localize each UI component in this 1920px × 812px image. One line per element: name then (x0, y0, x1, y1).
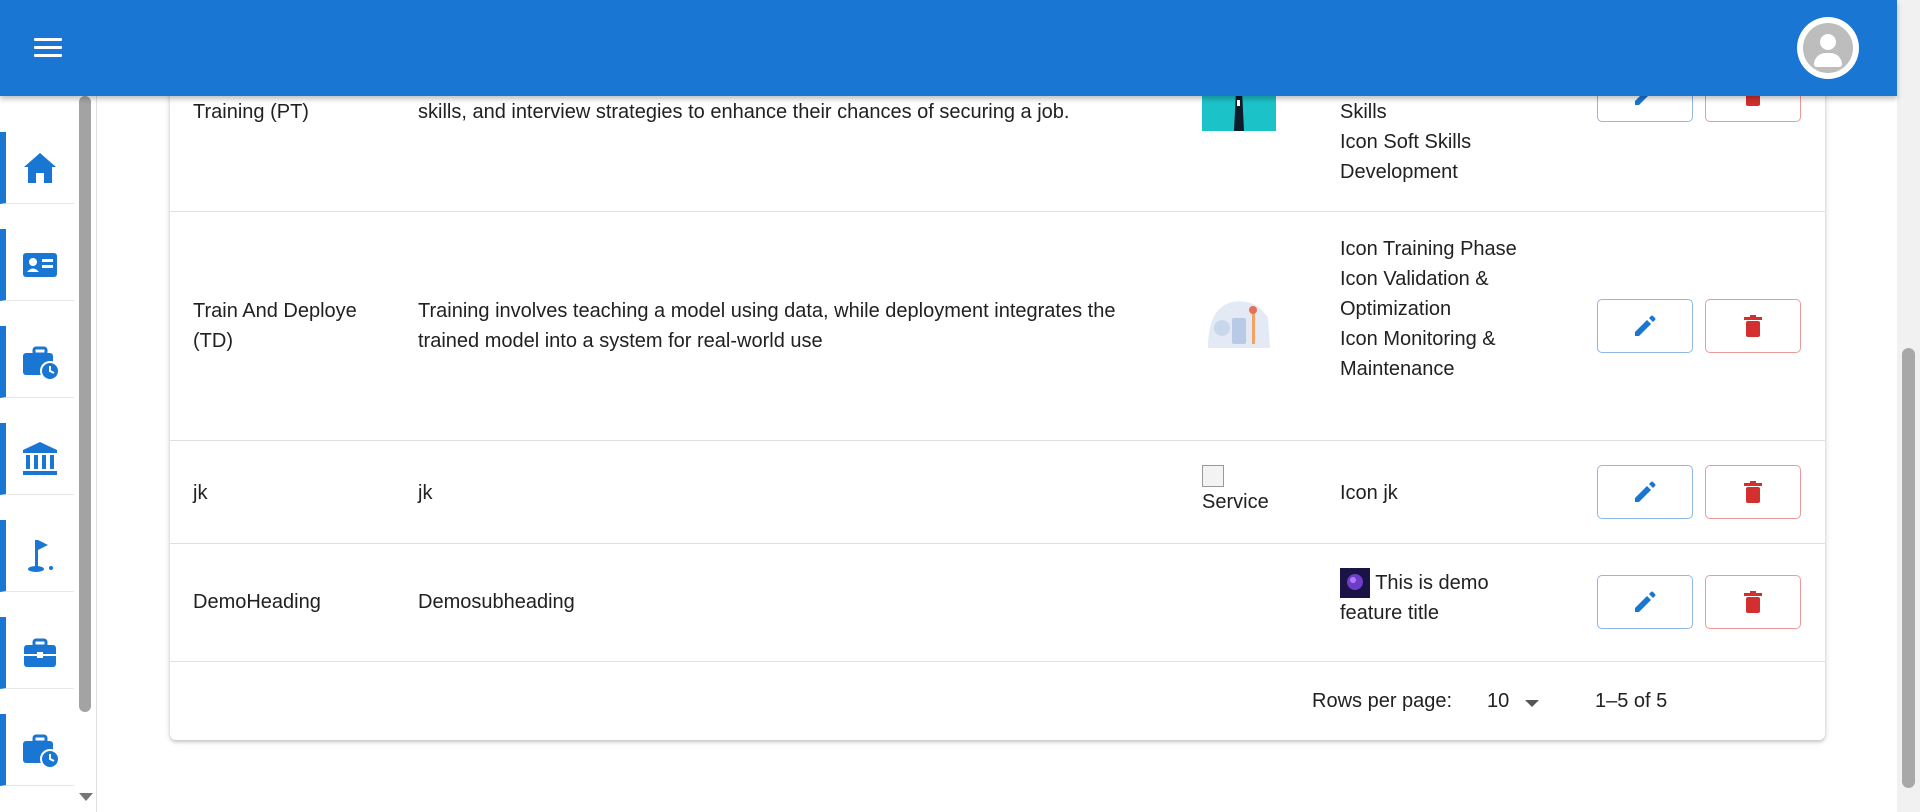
pencil-icon (1635, 481, 1656, 502)
dropdown-caret-icon (1525, 700, 1539, 707)
pencil-icon (1635, 315, 1656, 336)
feature-item: Icon Training Phase (1340, 238, 1517, 260)
feature-thumbnail (1340, 568, 1370, 598)
home-icon (24, 152, 56, 183)
account-avatar-icon[interactable] (1797, 17, 1859, 79)
sidebar-scroll-thumb[interactable] (79, 96, 91, 712)
page-scroll-thumb[interactable] (1902, 348, 1915, 788)
row-features: Icon Training Phase Icon Validation & Op… (1340, 234, 1550, 384)
trash-icon (1744, 315, 1762, 337)
delete-button[interactable] (1705, 465, 1801, 519)
bank-icon (23, 441, 57, 475)
feature-item: Icon jk (1340, 482, 1398, 504)
row-features: This is demo feature title (1340, 568, 1530, 628)
row-image: Service (1202, 465, 1292, 525)
table-row: DemoHeading Demosubheading This is demo … (170, 544, 1825, 662)
rows-per-page-select[interactable]: 10 (1487, 688, 1547, 718)
sidebar-scrollbar[interactable] (79, 96, 93, 812)
sidebar-item-home[interactable] (0, 132, 74, 204)
briefcase-icon (24, 638, 56, 667)
feature-item: Icon Soft Skills Development (1340, 131, 1472, 183)
golf-flag-icon (28, 539, 53, 572)
edit-button[interactable] (1597, 465, 1693, 519)
rows-per-page-label: Rows per page: (1312, 690, 1453, 712)
sidebar-item-goals[interactable] (0, 520, 74, 592)
feature-item: Icon Monitoring & Maintenance (1340, 328, 1496, 380)
feature-item: Icon Validation & Optimization (1340, 268, 1489, 320)
sidebar-item-services[interactable] (0, 617, 74, 689)
trash-icon (1744, 591, 1762, 613)
sidebar-item-schedule[interactable] (0, 714, 74, 786)
table-row: jk jk Service Icon jk (170, 441, 1825, 544)
sidebar-item-profile[interactable] (0, 229, 74, 301)
delete-button[interactable] (1705, 299, 1801, 353)
briefcase-clock-icon (23, 346, 60, 381)
pencil-icon (1635, 591, 1656, 612)
pagination-range: 1–5 of 5 (1595, 690, 1668, 712)
row-title: jk (193, 482, 208, 504)
table-pagination: Rows per page: 10 1–5 of 5 (170, 662, 1825, 740)
services-table-card: Training (PT) skills, and interview stra… (170, 40, 1825, 740)
page-scrollbar[interactable] (1897, 0, 1920, 812)
delete-button[interactable] (1705, 575, 1801, 629)
row-title: Train And Deploye (TD) (193, 300, 357, 352)
row-description: Training involves teaching a model using… (418, 300, 1116, 352)
row-title: DemoHeading (193, 591, 321, 613)
sidebar-item-jobs[interactable] (0, 326, 74, 398)
id-card-icon (23, 252, 57, 277)
row-features: Icon jk (1340, 478, 1550, 508)
rows-per-page-value: 10 (1487, 690, 1510, 712)
trash-icon (1744, 481, 1762, 503)
briefcase-clock-icon (23, 734, 60, 769)
row-description: jk (418, 482, 433, 504)
sidebar (0, 96, 97, 812)
app-bar (0, 0, 1897, 96)
table-row: Train And Deploye (TD) Training involves… (170, 212, 1825, 441)
row-title: Training (PT) (193, 101, 309, 123)
row-description: Demosubheading (418, 591, 575, 613)
sidebar-item-institutions[interactable] (0, 423, 74, 495)
feature-item: Skills (1340, 101, 1387, 123)
scroll-down-arrow-icon[interactable] (79, 793, 93, 801)
hamburger-menu-icon[interactable] (28, 28, 68, 68)
edit-button[interactable] (1597, 575, 1693, 629)
broken-image-icon (1202, 465, 1224, 487)
edit-button[interactable] (1597, 299, 1693, 353)
row-image-alt: Service (1202, 491, 1269, 513)
row-features: Skills Icon Soft Skills Development (1340, 97, 1550, 187)
row-description: skills, and interview strategies to enha… (418, 101, 1070, 123)
row-image (1202, 288, 1276, 354)
